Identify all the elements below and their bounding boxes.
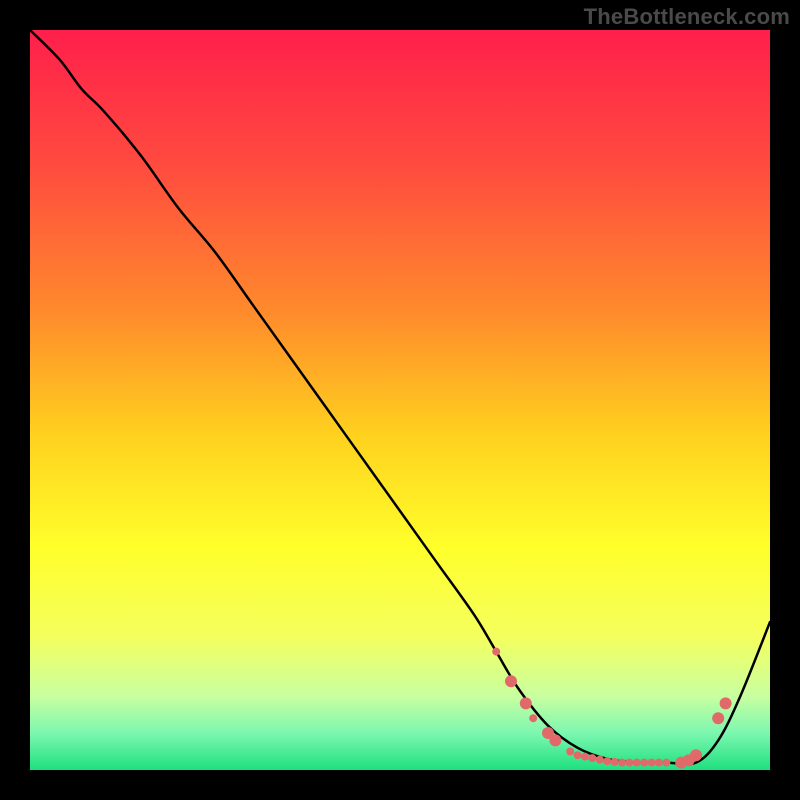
watermark-label: TheBottleneck.com	[584, 4, 790, 30]
bottleneck-curve	[30, 30, 770, 764]
marker-dot	[648, 759, 656, 767]
marker-dot	[655, 759, 663, 767]
plot-area	[30, 30, 770, 770]
marker-dot	[566, 748, 574, 756]
marker-dot	[603, 757, 611, 765]
marker-dot	[633, 759, 641, 767]
marker-dot	[492, 648, 500, 656]
marker-dot	[625, 759, 633, 767]
marker-dot	[640, 759, 648, 767]
marker-dot	[529, 714, 537, 722]
marker-dot	[611, 758, 619, 766]
marker-dot	[596, 756, 604, 764]
curve-layer	[30, 30, 770, 770]
highlight-dots	[492, 648, 731, 769]
marker-dot	[618, 759, 626, 767]
marker-dot	[520, 697, 532, 709]
chart-frame: TheBottleneck.com	[0, 0, 800, 800]
marker-dot	[581, 753, 589, 761]
marker-dot	[690, 749, 702, 761]
marker-dot	[712, 712, 724, 724]
marker-dot	[505, 675, 517, 687]
marker-dot	[588, 754, 596, 762]
marker-dot	[662, 759, 670, 767]
marker-dot	[720, 697, 732, 709]
marker-dot	[549, 734, 561, 746]
marker-dot	[574, 751, 582, 759]
